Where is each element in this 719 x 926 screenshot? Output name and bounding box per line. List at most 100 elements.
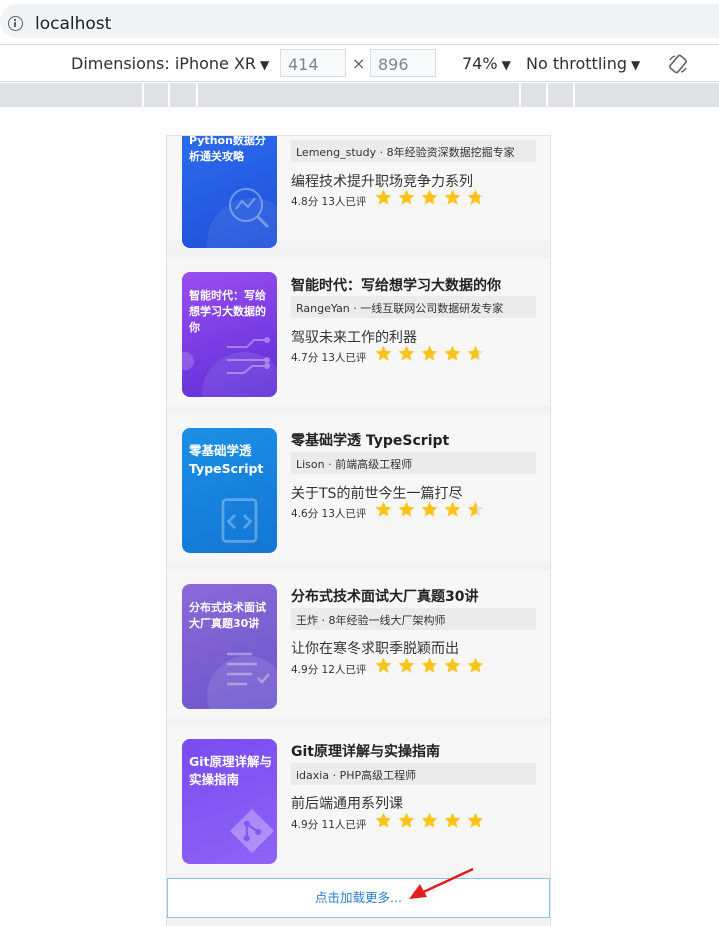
height-input[interactable]: 896 xyxy=(370,49,436,77)
star-icon xyxy=(467,657,484,673)
course-author: Lison · 前端高级工程师 xyxy=(291,452,536,474)
course-rating-text: 4.7分 13人已评 xyxy=(291,350,366,365)
course-score: 4.9分 xyxy=(291,819,319,831)
course-author: Lemeng_study · 8年经验资深数据挖掘专家 xyxy=(291,140,536,162)
star-icon xyxy=(444,501,461,517)
code-document-icon xyxy=(221,498,258,543)
device-select-label: Dimensions: iPhone XR xyxy=(71,54,257,73)
address-bar: localhost xyxy=(0,0,719,42)
course-author: 王炸 · 8年经验一线大厂架构师 xyxy=(291,608,536,630)
rotate-icon[interactable] xyxy=(668,54,688,74)
star-icon xyxy=(398,501,415,517)
course-review-count: 13人已评 xyxy=(321,508,367,520)
url-text[interactable]: localhost xyxy=(35,14,111,34)
star-icon xyxy=(398,345,415,361)
thumbnail-title: 智能时代：写给想学习大数据的你 xyxy=(189,289,266,334)
git-icon xyxy=(229,808,275,854)
thumbnail-title: 零基础学透TypeScript xyxy=(189,443,264,476)
star-icon xyxy=(398,812,415,828)
course-description: 前后端通用系列课 xyxy=(291,796,403,812)
zoom-label: 74% xyxy=(462,54,498,73)
course-score: 4.6分 xyxy=(291,508,319,520)
star-icon xyxy=(375,345,392,361)
star-icon xyxy=(421,812,438,828)
star-icon xyxy=(467,189,484,205)
star-rating xyxy=(374,188,485,210)
star-icon xyxy=(398,657,415,673)
device-select[interactable]: Dimensions: iPhone XR ▼ xyxy=(71,54,269,73)
caret-down-icon: ▼ xyxy=(501,58,511,72)
course-card[interactable]: 零基础学透TypeScript 零基础学透 TypeScript Lison ·… xyxy=(167,414,550,562)
throttling-select[interactable]: No throttling ▼ xyxy=(526,54,640,73)
star-icon xyxy=(375,812,392,828)
decor-bubble xyxy=(182,352,194,370)
star-icon xyxy=(421,345,438,361)
star-icon xyxy=(398,189,415,205)
course-rating-text: 4.9分 11人已评 xyxy=(291,817,366,832)
load-more-button[interactable]: 点击加载更多... xyxy=(167,878,550,918)
course-review-count: 13人已评 xyxy=(321,352,367,364)
ruler-tick xyxy=(168,83,170,107)
width-input[interactable]: 414 xyxy=(280,49,346,77)
zoom-select[interactable]: 74% ▼ xyxy=(462,54,511,73)
course-title[interactable]: 智能时代：写给想学习大数据的你 xyxy=(291,275,501,295)
star-icon xyxy=(467,501,484,517)
course-review-count: 12人已评 xyxy=(321,664,367,676)
thumbnail-title: 分布式技术面试大厂真题30讲 xyxy=(189,601,266,630)
omnibox[interactable]: localhost xyxy=(0,4,719,38)
course-title[interactable]: 分布式技术面试大厂真题30讲 xyxy=(291,586,478,606)
course-review-count: 11人已评 xyxy=(321,819,367,831)
ruler-tick xyxy=(573,83,575,107)
star-icon xyxy=(375,657,392,673)
course-score: 4.7分 xyxy=(291,352,319,364)
chart-search-icon xyxy=(229,188,270,229)
course-author: idaxia · PHP高级工程师 xyxy=(291,763,536,785)
thumbnail-title: Python数据分析通关攻略 xyxy=(189,135,266,163)
ruler-tick xyxy=(546,83,548,107)
star-icon xyxy=(421,189,438,205)
caret-down-icon: ▼ xyxy=(260,58,270,72)
course-description: 让你在寒冬求职季脱颖而出 xyxy=(291,641,459,657)
circuit-icon xyxy=(227,337,270,374)
star-icon xyxy=(375,501,392,517)
media-query-bar xyxy=(0,83,719,107)
device-viewport: Python数据分析通关攻略 Lemeng_study · 8年经验资深数据挖掘… xyxy=(166,135,551,926)
star-icon xyxy=(467,812,484,828)
course-thumbnail: 零基础学透TypeScript xyxy=(182,428,277,553)
course-title[interactable]: 零基础学透 TypeScript xyxy=(291,430,449,450)
info-icon[interactable] xyxy=(8,16,23,31)
star-icon xyxy=(375,189,392,205)
course-rating-text: 4.6分 13人已评 xyxy=(291,506,366,521)
course-card[interactable]: Python数据分析通关攻略 Lemeng_study · 8年经验资深数据挖掘… xyxy=(167,136,550,248)
caret-down-icon: ▼ xyxy=(631,58,641,72)
throttling-label: No throttling xyxy=(526,54,628,73)
ruler-tick xyxy=(519,83,521,107)
course-thumbnail: 智能时代：写给想学习大数据的你 xyxy=(182,272,277,397)
course-card[interactable]: 分布式技术面试大厂真题30讲 分布式技术面试大厂真题30讲 王炸 · 8年经验一… xyxy=(167,570,550,718)
course-author: RangeYan · 一线互联网公司数据研发专家 xyxy=(291,296,536,318)
course-rating-text: 4.9分 12人已评 xyxy=(291,662,366,677)
star-icon xyxy=(421,501,438,517)
course-review-count: 13人已评 xyxy=(321,196,367,208)
course-title[interactable]: Git原理详解与实操指南 xyxy=(291,741,440,761)
course-score: 4.8分 xyxy=(291,196,319,208)
course-card[interactable]: Git原理详解与实操指南 Git原理详解与实操指南 idaxia · PHP高级… xyxy=(167,725,550,873)
device-toolbar: Dimensions: iPhone XR ▼ 414 × 896 74% ▼ No… xyxy=(0,44,719,82)
star-icon xyxy=(421,657,438,673)
star-icon xyxy=(444,657,461,673)
star-icon xyxy=(444,345,461,361)
ruler-tick xyxy=(142,83,144,107)
course-score: 4.9分 xyxy=(291,664,319,676)
course-rating-text: 4.8分 13人已评 xyxy=(291,194,366,209)
checklist-icon xyxy=(227,652,270,686)
star-rating xyxy=(374,656,485,678)
annotation-arrow-icon xyxy=(409,867,474,899)
course-card[interactable]: 智能时代：写给想学习大数据的你 智能时代：写给想学习大数据的你 RangeYan… xyxy=(167,258,550,406)
star-icon xyxy=(467,345,484,361)
course-thumbnail: Python数据分析通关攻略 xyxy=(182,135,277,248)
times-separator: × xyxy=(352,54,366,73)
thumbnail-title: Git原理详解与实操指南 xyxy=(189,754,273,787)
star-icon xyxy=(444,189,461,205)
star-rating xyxy=(374,811,485,833)
course-thumbnail: 分布式技术面试大厂真题30讲 xyxy=(182,584,277,709)
